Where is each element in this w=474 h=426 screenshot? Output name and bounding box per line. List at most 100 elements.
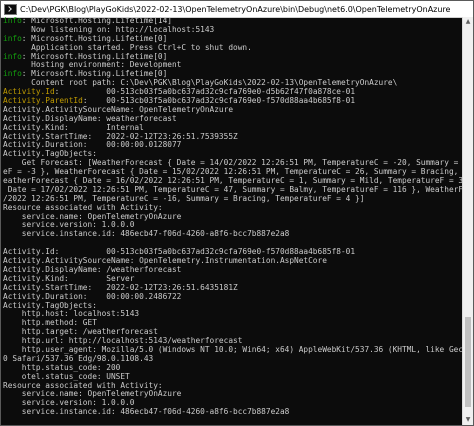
scrollbar-thumb[interactable] — [465, 317, 471, 407]
console-line-text: Activity.Id: 00-513cb03f5a0bc637ad32c9cf… — [3, 248, 356, 257]
console-line: Activity.Duration: 00:00:00.0128077 — [3, 141, 465, 150]
console-line: http.method: GET — [3, 319, 465, 328]
console-line-text: Hosting environment: Development — [3, 61, 182, 70]
console-line: info: Microsoft.Hosting.Lifetime[0] — [3, 35, 465, 44]
console-line: Resource associated with Activity: — [3, 204, 465, 213]
console-line: Activity.Kind: Internal — [3, 124, 465, 133]
console-line-text: : Microsoft.Hosting.Lifetime[14] — [21, 17, 172, 25]
console-line-text: http.target: /weatherforecast — [3, 328, 158, 337]
console-line: Now listening on: http://localhost:5143 — [3, 26, 465, 35]
console-line: http.host: localhost:5143 — [3, 310, 465, 319]
console-output[interactable]: info: Microsoft.Hosting.Lifetime[14] Now… — [1, 17, 465, 425]
console-line: Activity.DisplayName: /weatherforecast — [3, 266, 465, 275]
console-line: /2022 12:26:51 PM, TemperatureC = -16, S… — [3, 195, 465, 204]
console-line: http.url: http://localhost:5143/weatherf… — [3, 337, 465, 346]
log-level-info: info — [3, 70, 22, 79]
console-line: Activity.StartTime: 2022-02-12T23:26:51.… — [3, 133, 465, 142]
console-line: Activity.DisplayName: weatherforecast — [3, 115, 465, 124]
console-line: Activity.ActivitySourceName: OpenTelemet… — [3, 257, 465, 266]
console-line-text: service.instance.id: 486ecb47-f06d-4260-… — [3, 230, 290, 239]
scroll-down-arrow-icon[interactable]: ▼ — [463, 415, 473, 425]
console-line: service.version: 1.0.0.0 — [3, 221, 465, 230]
console-line-text: Activity.TagObjects: — [3, 150, 97, 159]
console-line-text: service.instance.id: 486ecb47-f06d-4260-… — [3, 408, 290, 417]
console-line: Activity.StartTime: 2022-02-12T23:26:51.… — [3, 284, 465, 293]
console-line: Get Forecast: [WeatherForecast { Date = … — [3, 159, 465, 168]
scroll-up-arrow-icon[interactable]: ▲ — [463, 17, 473, 27]
console-line: info: Microsoft.Hosting.Lifetime[14] — [3, 17, 465, 26]
console-line: service.name: OpenTelemetryOnAzure — [3, 213, 465, 222]
console-line: 0 Safari/537.36 Edg/98.0.1108.43 — [3, 355, 465, 364]
console-line: service.instance.id: 486ecb47-f06d-4260-… — [3, 230, 465, 239]
console-line-text: Application started. Press Ctrl+C to shu… — [3, 43, 252, 52]
console-line: Activity.ActivitySourceName: OpenTelemet… — [3, 106, 465, 115]
console-line: Activity.TagObjects: — [3, 302, 465, 311]
console-window: C:\Dev\PGK\Blog\PlayGoKids\2022-02-13\Op… — [0, 0, 474, 426]
log-level-info: info — [3, 52, 22, 61]
console-line: eF = -3 }, WeatherForecast { Date = 15/0… — [3, 168, 465, 177]
console-line: http.target: /weatherforecast — [3, 328, 465, 337]
console-line-text: /2022 12:26:51 PM, TemperatureC = -16, S… — [3, 194, 365, 203]
console-line: service.instance.id: 486ecb47-f06d-4260-… — [3, 408, 465, 417]
console-line-text: service.name: OpenTelemetryOnAzure — [3, 212, 182, 221]
window-title: C:\Dev\PGK\Blog\PlayGoKids\2022-02-13\Op… — [20, 4, 451, 14]
console-line-text: eatherForecast { Date = 16/02/2022 12:26… — [3, 177, 465, 186]
console-line-text: : Microsoft.Hosting.Lifetime[0] — [21, 52, 168, 61]
console-line-text: Resource associated with Activity: — [3, 381, 163, 390]
console-line: Application started. Press Ctrl+C to shu… — [3, 44, 465, 53]
console-line: Activity.Id: 00-513cb03f5a0bc637ad32c9cf… — [3, 248, 465, 257]
console-line-text: : Microsoft.Hosting.Lifetime[0] — [21, 34, 168, 43]
console-line: Activity.Kind: Server — [3, 275, 465, 284]
console-line-text: : Microsoft.Hosting.Lifetime[0] — [21, 70, 168, 79]
console-line: Date = 17/02/2022 12:26:51 PM, Temperatu… — [3, 186, 465, 195]
console-line-text: : 00-513cb03f5a0bc637ad32c9cfa769e0-d5b6… — [54, 88, 356, 97]
console-line-text: Activity.Kind: Internal — [3, 123, 144, 132]
console-line-text: Activity.Kind: Server — [3, 274, 135, 283]
console-line-text: http.url: http://localhost:5143/weatherf… — [3, 337, 243, 346]
console-line: Activity.Duration: 00:00:00.2486722 — [3, 293, 465, 302]
console-line: info: Microsoft.Hosting.Lifetime[0] — [3, 53, 465, 62]
console-line-text: : 00-513cb03f5a0bc637ad32c9cfa769e0-f570… — [82, 97, 356, 106]
console-line: otel.status_code: UNSET — [3, 373, 465, 382]
console-line-text: Activity.Duration: 00:00:00.0128077 — [3, 141, 182, 150]
console-line-text: Get Forecast: [WeatherForecast { Date = … — [21, 159, 465, 168]
console-line-text: Activity.StartTime: 2022-02-12T23:26:51.… — [3, 132, 238, 141]
console-line: Resource associated with Activity: — [3, 382, 465, 391]
console-line: http.user_agent: Mozilla/5.0 (Windows NT… — [3, 346, 465, 355]
console-line-text: http.user_agent: Mozilla/5.0 (Windows NT… — [21, 345, 465, 354]
console-line-text: eF = -3 }, WeatherForecast { Date = 15/0… — [3, 168, 465, 177]
console-line: Hosting environment: Development — [3, 61, 465, 70]
log-level-info: info — [3, 34, 22, 43]
console-line: Content root path: C:\Dev\PGK\Blog\PlayG… — [3, 79, 465, 88]
activity-field-label: Activity.ParentId — [3, 97, 83, 106]
console-line: eatherForecast { Date = 16/02/2022 12:26… — [3, 177, 465, 186]
console-app-icon — [4, 3, 17, 15]
console-line: Activity.TagObjects: — [3, 150, 465, 159]
console-line: http.status_code: 200 — [3, 364, 465, 373]
console-line-text: Date = 17/02/2022 12:26:51 PM, Temperatu… — [7, 185, 465, 194]
console-line-text: service.version: 1.0.0.0 — [3, 221, 135, 230]
console-line-text: Activity.DisplayName: /weatherforecast — [3, 265, 182, 274]
title-bar[interactable]: C:\Dev\PGK\Blog\PlayGoKids\2022-02-13\Op… — [1, 1, 473, 18]
vertical-scrollbar[interactable]: ▲ ▼ — [462, 17, 473, 425]
activity-field-label: Activity.Id — [3, 88, 55, 97]
console-line-text: 0 Safari/537.36 Edg/98.0.1108.43 — [3, 354, 154, 363]
console-line-text: Activity.Duration: 00:00:00.2486722 — [3, 292, 182, 301]
console-line-text: Now listening on: http://localhost:5143 — [3, 25, 215, 34]
console-line: Activity.Id: 00-513cb03f5a0bc637ad32c9cf… — [3, 88, 465, 97]
console-line: info: Microsoft.Hosting.Lifetime[0] — [3, 70, 465, 79]
console-line-text: Activity.ActivitySourceName: OpenTelemet… — [3, 257, 327, 266]
console-line-text: service.name: OpenTelemetryOnAzure — [3, 390, 182, 399]
console-line: Activity.ParentId: 00-513cb03f5a0bc637ad… — [3, 97, 465, 106]
console-line-text: otel.status_code: UNSET — [3, 372, 130, 381]
console-line-text: Resource associated with Activity: — [3, 203, 163, 212]
console-line-text: http.host: localhost:5143 — [3, 310, 140, 319]
console-line: service.name: OpenTelemetryOnAzure — [3, 390, 465, 399]
console-line-text: Content root path: C:\Dev\PGK\Blog\PlayG… — [3, 79, 398, 88]
console-line-text: Activity.DisplayName: weatherforecast — [3, 114, 177, 123]
log-level-info: info — [3, 17, 22, 25]
console-line-text: service.version: 1.0.0.0 — [3, 399, 135, 408]
console-line-text: http.status_code: 200 — [3, 363, 121, 372]
console-line-text: Activity.ActivitySourceName: OpenTelemet… — [3, 105, 234, 114]
